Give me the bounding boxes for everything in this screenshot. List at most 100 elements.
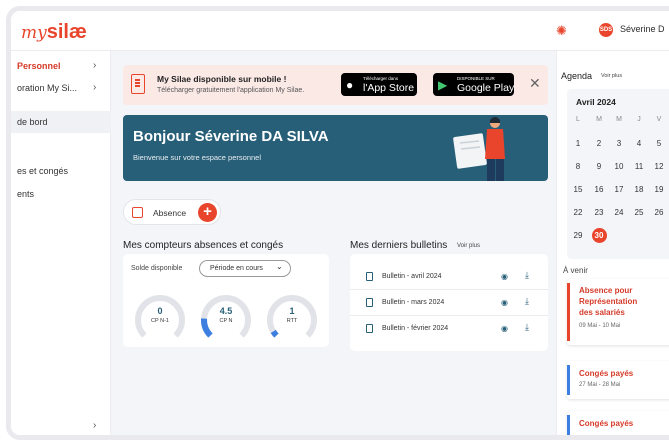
download-icon[interactable]: ⤓ [525, 322, 529, 333]
sidebar-item-tableau-de-bord[interactable]: de bord [17, 117, 48, 127]
add-absence-button[interactable]: + [198, 203, 217, 222]
greeting-title: Bonjour Séverine DA SILVA [133, 128, 329, 145]
list-item[interactable]: Bulletin - février 2024 ◉ ⤓ [350, 316, 548, 342]
eye-icon[interactable]: ◉ [501, 324, 508, 333]
document-icon [366, 324, 373, 333]
calendar-day[interactable]: 16 [591, 185, 607, 194]
calendar-day[interactable]: 8 [570, 162, 586, 171]
calendar-day[interactable]: 25 [631, 208, 647, 217]
gauge-value: 0 [157, 306, 163, 316]
calendar-day[interactable]: 5 [651, 139, 667, 148]
bulletins-voir-plus-link[interactable]: Voir plus [457, 243, 480, 249]
calendar-weekday: M [596, 116, 602, 123]
sidebar-collapse-icon[interactable]: › [93, 420, 96, 431]
absence-label: Absence [153, 208, 187, 218]
calendar-weekday: L [576, 116, 580, 123]
sidebar: Personnel › oration My Si... › de bord e… [11, 51, 111, 435]
gauge-track [201, 295, 251, 338]
upcoming-label: À venir [563, 266, 588, 275]
gauge-label: RTT [286, 318, 298, 324]
calendar-weekday: V [656, 116, 662, 123]
solde-label: Solde disponible [131, 265, 183, 272]
avatar[interactable]: SDS [599, 23, 613, 37]
close-icon[interactable]: ✕ [529, 75, 541, 92]
list-item[interactable]: Bulletin - avril 2024 ◉ ⤓ [350, 264, 548, 290]
mobile-app-promo: My Silae disponible sur mobile ! Télécha… [123, 65, 548, 105]
bulletins-title: Mes derniers bulletins [350, 240, 448, 251]
person-illustration [453, 117, 505, 181]
download-icon[interactable]: ⤓ [525, 296, 529, 307]
calendar-icon [132, 207, 143, 218]
calendar-day[interactable]: 10 [611, 162, 627, 171]
chevron-down-icon: ⌄ [276, 262, 283, 271]
calendar-day[interactable]: 3 [611, 139, 627, 148]
sidebar-item-exploration[interactable]: oration My Si... [17, 83, 77, 93]
calendar-weekday: M [616, 116, 622, 123]
absence-button[interactable]: Absence + [123, 199, 221, 225]
calendar-day[interactable]: 19 [651, 185, 667, 194]
calendar-day[interactable]: 22 [570, 208, 586, 217]
event-color-bar [567, 415, 570, 435]
calendar-day[interactable]: 11 [631, 162, 647, 171]
document-icon [366, 298, 373, 307]
chevron-right-icon[interactable]: › [93, 82, 96, 93]
calendar-day[interactable]: 26 [651, 208, 667, 217]
chevron-right-icon[interactable]: › [93, 60, 96, 71]
calendar-weekday: J [637, 116, 641, 123]
gauge-track [267, 295, 317, 338]
gauge-cp-n-1 [135, 295, 185, 338]
calendar-day[interactable]: 29 [570, 231, 586, 240]
gauge-fill [270, 329, 279, 338]
gauge-value: 4.5 [219, 306, 233, 316]
top-bar: mysilæ ✺ SDS Séverine D [11, 11, 669, 51]
app-frame: mysilæ ✺ SDS Séverine D Personnel › orat… [6, 6, 669, 440]
silae-logo[interactable]: mysilæ [21, 19, 87, 44]
promo-title: My Silae disponible sur mobile ! [157, 74, 287, 84]
user-name[interactable]: Séverine D [620, 24, 665, 34]
calendar: Avril 2024 L M M J V 1 2 3 4 5 8 9 10 11 12 15 16 17 18 19 2… [567, 89, 669, 259]
event-card[interactable]: Congés payés 27 Mai - 28 Mai [567, 361, 669, 399]
event-color-bar [567, 365, 570, 395]
gauge-track [135, 295, 185, 338]
calendar-day[interactable]: 12 [651, 162, 667, 171]
apple-icon: ● [346, 78, 354, 92]
event-card[interactable]: Absence pour Représentation des salariés… [567, 279, 669, 345]
calendar-day[interactable]: 9 [591, 162, 607, 171]
agenda-voir-plus-link[interactable]: Voir plus [601, 73, 622, 79]
promo-subtitle: Télécharger gratuitement l'application M… [157, 87, 305, 94]
sidebar-item-absences-conges[interactable]: es et congés [17, 166, 68, 176]
counters-card: Solde disponible Période en cours ⌄ 0 CP… [123, 254, 329, 347]
bulletins-card: Bulletin - avril 2024 ◉ ⤓ Bulletin - mar… [350, 254, 548, 351]
gauge-label: CP N-1 [151, 318, 169, 324]
calendar-day[interactable]: 1 [570, 139, 586, 148]
calendar-day[interactable]: 18 [631, 185, 647, 194]
calendar-day[interactable]: 23 [591, 208, 607, 217]
sidebar-item-documents[interactable]: ents [17, 189, 34, 199]
event-color-bar [567, 283, 570, 341]
welcome-banner: Bonjour Séverine DA SILVA Bienvenue sur … [123, 115, 548, 181]
google-play-button[interactable]: ▶ DISPONIBLE SUR Google Play [433, 73, 514, 96]
calendar-day[interactable]: 30 [591, 231, 607, 240]
calendar-day[interactable]: 4 [631, 139, 647, 148]
calendar-day[interactable]: 17 [611, 185, 627, 194]
greeting-subtitle: Bienvenue sur votre espace personnel [133, 153, 261, 162]
gauge-value: 1 [289, 306, 295, 316]
phone-icon [131, 74, 145, 94]
download-icon[interactable]: ⤓ [525, 270, 529, 281]
app-store-button[interactable]: ● Télécharger dans l'App Store [341, 73, 417, 96]
gauge-cp-n [201, 295, 251, 338]
calendar-day[interactable]: 24 [611, 208, 627, 217]
google-play-icon: ▶ [438, 78, 448, 92]
counters-title: Mes compteurs absences et congés [123, 240, 284, 251]
agenda-panel: Agenda Voir plus Avril 2024 LMMJV1234589… [556, 51, 669, 435]
sun-icon[interactable]: ✺ [556, 23, 567, 39]
event-card[interactable]: Congés payés [567, 411, 669, 435]
eye-icon[interactable]: ◉ [501, 272, 508, 281]
period-select[interactable]: Période en cours ⌄ [199, 260, 291, 277]
calendar-day[interactable]: 15 [570, 185, 586, 194]
list-item[interactable]: Bulletin - mars 2024 ◉ ⤓ [350, 290, 548, 316]
main-content: My Silae disponible sur mobile ! Télécha… [111, 51, 556, 435]
eye-icon[interactable]: ◉ [501, 298, 508, 307]
calendar-day[interactable]: 2 [591, 139, 607, 148]
sidebar-item-personnel[interactable]: Personnel [17, 61, 61, 71]
